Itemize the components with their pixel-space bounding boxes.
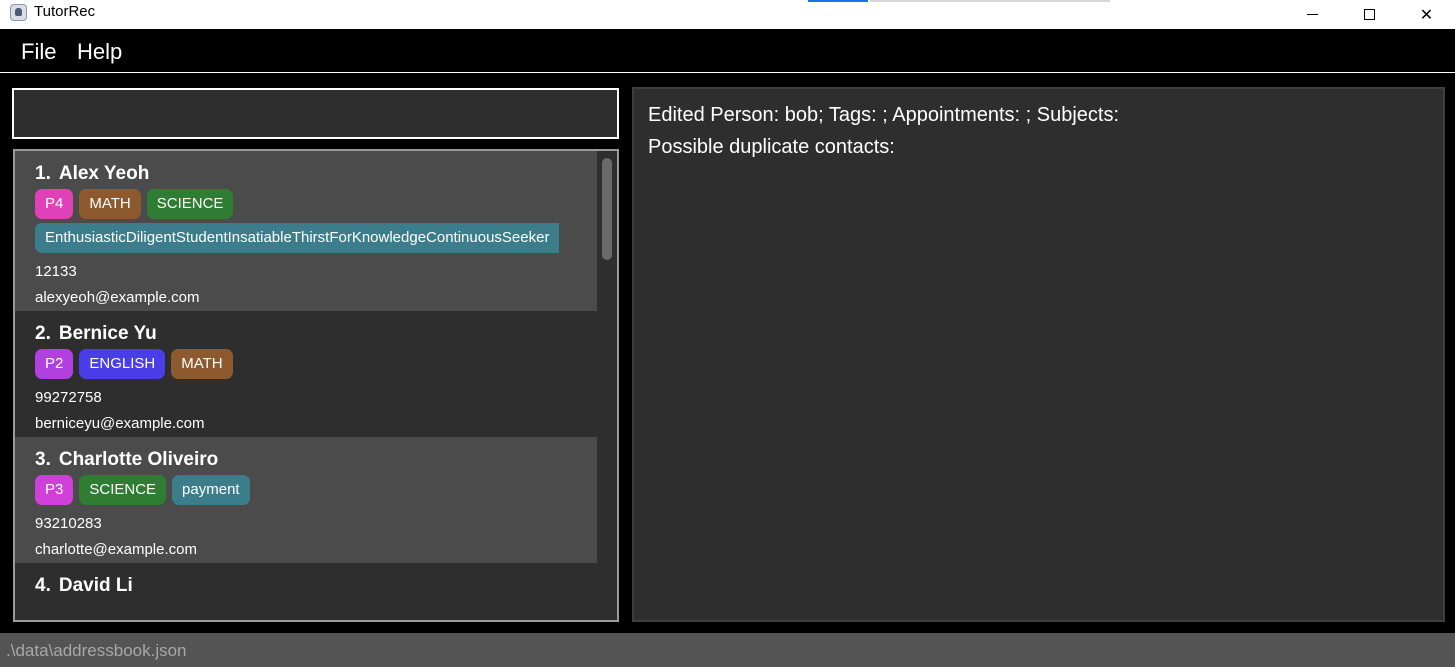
- window-title: TutorRec: [34, 3, 96, 20]
- maximize-icon: [1364, 9, 1375, 20]
- tag-badge: P4: [35, 189, 74, 219]
- person-name-row: 4. David Li: [35, 563, 597, 601]
- close-button[interactable]: ✕: [1398, 0, 1455, 29]
- person-phone: 12133: [35, 263, 77, 280]
- menu-bar: File Help: [0, 29, 1455, 73]
- list-scrollbar[interactable]: [600, 154, 614, 619]
- person-name: Alex Yeoh: [58, 163, 150, 184]
- tag-badge: P2: [35, 349, 74, 379]
- app-logo-icon: [10, 4, 27, 21]
- person-index: 1.: [35, 163, 51, 184]
- person-list[interactable]: 1. Alex Yeoh P4 MATH SCIENCE EnthusiasticDili…: [13, 149, 619, 622]
- person-name-row: 3. Charlotte Oliveiro: [35, 437, 597, 475]
- tag-badge: MATH: [79, 189, 141, 219]
- person-card[interactable]: 1. Alex Yeoh P4 MATH SCIENCE EnthusiasticDili…: [15, 151, 597, 311]
- person-name: Charlotte Oliveiro: [58, 449, 219, 470]
- person-name: David Li: [58, 575, 133, 596]
- tag-row: P3 SCIENCE payment: [35, 475, 597, 505]
- result-line-duplicates: Possible duplicate contacts:: [648, 136, 895, 158]
- status-bar: .\data\addressbook.json: [0, 633, 1455, 667]
- person-index: 3.: [35, 449, 51, 470]
- maximize-button[interactable]: [1341, 0, 1398, 29]
- person-card[interactable]: 2. Bernice Yu P2 ENGLISH MATH 99272758 bernice…: [15, 311, 597, 437]
- tag-badge: SCIENCE: [146, 189, 234, 219]
- tag-badge: P3: [35, 475, 74, 505]
- tag-badge: payment: [172, 475, 250, 505]
- title-bar: TutorRec ✕: [0, 0, 1455, 29]
- person-card[interactable]: 3. Charlotte Oliveiro P3 SCIENCE payment 9321…: [15, 437, 597, 563]
- person-name-row: 2. Bernice Yu: [35, 311, 597, 349]
- menu-file[interactable]: File: [21, 39, 56, 65]
- tag-row: P2 ENGLISH MATH: [35, 349, 597, 379]
- tag-row: P4 MATH SCIENCE: [35, 189, 597, 219]
- tag-badge: MATH: [171, 349, 233, 379]
- tag-badge: ENGLISH: [79, 349, 166, 379]
- tag-badge: SCIENCE: [79, 475, 167, 505]
- note-badge: EnthusiasticDiligentStudentInsatiableThi…: [35, 223, 560, 253]
- minimize-button[interactable]: [1284, 0, 1341, 29]
- person-email: alexyeoh@example.com: [35, 289, 200, 306]
- command-input[interactable]: [12, 88, 619, 139]
- person-index: 4.: [35, 575, 51, 596]
- person-index: 2.: [35, 323, 51, 344]
- menu-help[interactable]: Help: [77, 39, 122, 65]
- person-phone: 93210283: [35, 515, 102, 532]
- title-bar-accent: [808, 0, 868, 2]
- person-email: charlotte@example.com: [35, 541, 197, 558]
- title-bar-accent-secondary: [870, 0, 1110, 2]
- person-name-row: 1. Alex Yeoh: [35, 151, 597, 189]
- person-card[interactable]: 4. David Li: [15, 563, 597, 601]
- note-row: EnthusiasticDiligentStudentInsatiableThi…: [35, 223, 597, 253]
- minimize-icon: [1307, 14, 1318, 15]
- list-scrollbar-thumb[interactable]: [602, 158, 612, 260]
- result-display: Edited Person: bob; Tags: ; Appointments…: [632, 87, 1445, 622]
- person-name: Bernice Yu: [58, 323, 157, 344]
- save-location: .\data\addressbook.json: [6, 641, 187, 660]
- person-email: berniceyu@example.com: [35, 415, 205, 432]
- person-phone: 99272758: [35, 389, 102, 406]
- result-line-edited: Edited Person: bob; Tags: ; Appointments…: [648, 104, 1120, 126]
- close-icon: ✕: [1419, 5, 1434, 24]
